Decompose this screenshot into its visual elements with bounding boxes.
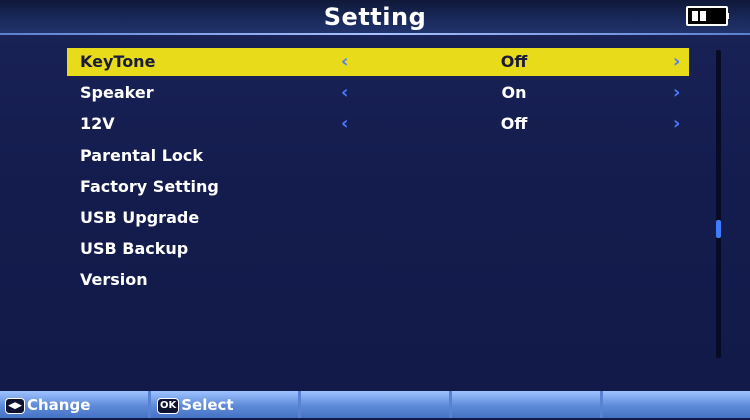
chevron-left-icon[interactable]: ‹ — [341, 48, 348, 76]
menu-item-label: Factory Setting — [80, 176, 219, 196]
menu-item-label: Speaker — [80, 83, 154, 103]
menu-item-label: 12V — [80, 114, 115, 134]
menu-item-value: Off — [500, 52, 528, 71]
footer-bar: ◀▶ Change OK Select — [0, 391, 750, 418]
menu-item-label: USB Upgrade — [80, 207, 200, 227]
menu-item-value: On — [501, 83, 527, 103]
change-hint: ◀▶ Change — [5, 391, 90, 418]
chevron-right-icon[interactable]: › — [673, 110, 680, 138]
menu-item-label: USB Backup — [80, 239, 189, 259]
chevron-right-icon[interactable]: › — [673, 48, 680, 76]
change-label: Change — [27, 396, 91, 414]
menu-item-usb-upgrade[interactable]: USB Upgrade — [67, 204, 689, 232]
menu-item-12v[interactable]: 12V ‹ Off › — [67, 110, 689, 138]
chevron-right-icon[interactable]: › — [673, 79, 680, 107]
battery-tip — [727, 13, 729, 19]
menu-item-factory-setting[interactable]: Factory Setting — [67, 173, 689, 201]
chevron-left-icon[interactable]: ‹ — [341, 110, 348, 138]
battery-cell — [700, 11, 706, 21]
select-label: Select — [181, 396, 234, 414]
menu-item-version[interactable]: Version — [67, 266, 689, 294]
menu-item-keytone[interactable]: KeyTone ‹ Off › — [67, 48, 689, 76]
menu-item-parental-lock[interactable]: Parental Lock — [67, 142, 689, 170]
footer-segment — [452, 391, 600, 418]
battery-cell — [692, 11, 698, 21]
chevron-left-icon[interactable]: ‹ — [341, 79, 348, 107]
battery-icon — [686, 6, 729, 26]
ok-key-icon: OK — [157, 398, 180, 414]
settings-screen: Setting KeyTone ‹ Off › Speaker ‹ On › 1… — [0, 0, 750, 418]
menu-item-speaker[interactable]: Speaker ‹ On › — [67, 79, 689, 107]
settings-menu: KeyTone ‹ Off › Speaker ‹ On › 12V ‹ Off… — [67, 48, 689, 298]
menu-item-label: Parental Lock — [80, 145, 204, 165]
page-title: Setting — [323, 3, 427, 31]
menu-item-label: KeyTone — [80, 52, 156, 71]
left-right-key-icon: ◀▶ — [5, 398, 25, 414]
scrollbar-thumb[interactable] — [716, 220, 721, 238]
scrollbar-track[interactable] — [716, 50, 721, 358]
select-hint: OK Select — [157, 391, 234, 418]
footer-segment — [603, 391, 750, 418]
footer-segment — [301, 391, 449, 418]
menu-item-label: Version — [80, 270, 148, 290]
menu-item-value: Off — [500, 114, 528, 134]
menu-item-usb-backup[interactable]: USB Backup — [67, 235, 689, 263]
